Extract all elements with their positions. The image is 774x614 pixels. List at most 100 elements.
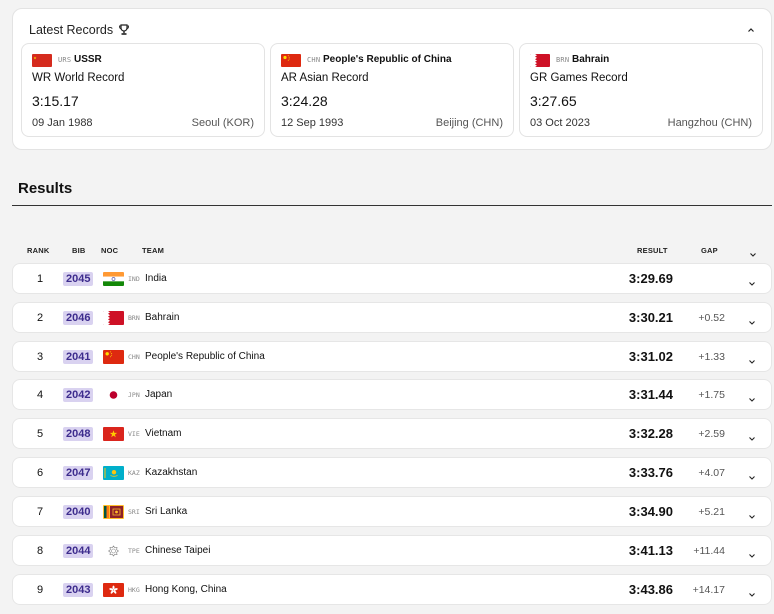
row-team: Vietnam xyxy=(145,428,182,439)
col-header-team: TEAM xyxy=(142,246,165,255)
record-country: People's Republic of China xyxy=(323,54,452,65)
chevron-down-icon[interactable] xyxy=(747,275,757,286)
row-result: 3:31.02 xyxy=(628,349,673,364)
record-card-wr: URS USSR WR World Record 3:15.17 09 Jan … xyxy=(21,43,265,137)
row-result: 3:32.28 xyxy=(628,426,673,441)
row-gap: +4.07 xyxy=(698,467,725,479)
chevron-down-icon[interactable] xyxy=(748,246,758,257)
row-noc-code: BRN xyxy=(128,314,140,322)
table-row[interactable]: 6 2047 KAZ Kazakhstan 3:33.76 +4.07 xyxy=(12,457,772,488)
row-gap: +1.33 xyxy=(698,351,725,363)
flag-ind-icon xyxy=(103,272,124,286)
record-country: Bahrain xyxy=(572,54,610,65)
table-row[interactable]: 8 2044 TPE Chinese Taipei 3:41.13 +11.44 xyxy=(12,535,772,566)
row-bib: 2047 xyxy=(63,466,94,480)
record-date: 03 Oct 2023 xyxy=(530,117,590,129)
col-header-noc: NOC xyxy=(101,246,119,255)
table-row[interactable]: 3 2041 CHN People's Republic of China 3:… xyxy=(12,341,772,372)
row-gap: +0.52 xyxy=(698,312,725,324)
row-rank: 6 xyxy=(36,467,44,479)
table-row[interactable]: 5 2048 VIE Vietnam 3:32.28 +2.59 xyxy=(12,418,772,449)
record-card-ar: CHN People's Republic of China AR Asian … xyxy=(270,43,514,137)
record-place: Seoul (KOR) xyxy=(191,117,254,129)
row-rank: 2 xyxy=(36,312,44,324)
record-type: AR Asian Record xyxy=(281,72,369,84)
row-bib: 2044 xyxy=(63,544,94,558)
trophy-icon xyxy=(119,24,129,36)
row-gap: +5.21 xyxy=(698,506,725,518)
chevron-down-icon[interactable] xyxy=(747,353,757,364)
record-time: 3:24.28 xyxy=(281,93,328,109)
row-noc-code: VIE xyxy=(128,430,140,438)
row-rank: 3 xyxy=(36,351,44,363)
row-result: 3:43.86 xyxy=(628,582,673,597)
record-type: GR Games Record xyxy=(530,72,628,84)
col-header-result: RESULT xyxy=(637,246,668,255)
record-card-gr: BRN Bahrain GR Games Record 3:27.65 03 O… xyxy=(519,43,763,137)
record-type: WR World Record xyxy=(32,72,125,84)
row-team: Chinese Taipei xyxy=(145,545,211,556)
row-result: 3:31.44 xyxy=(628,387,673,402)
table-row[interactable]: 4 2042 JPN Japan 3:31.44 +1.75 xyxy=(12,379,772,410)
flag-brn-icon xyxy=(103,311,124,325)
row-team: Bahrain xyxy=(145,312,180,323)
row-team: People's Republic of China xyxy=(145,351,265,362)
row-rank: 8 xyxy=(36,545,44,557)
row-result: 3:41.13 xyxy=(628,543,673,558)
row-gap: +2.59 xyxy=(698,428,725,440)
flag-jpn-icon xyxy=(103,388,124,402)
row-noc-code: IND xyxy=(128,275,140,283)
row-noc-code: SRI xyxy=(128,508,140,516)
row-gap: +11.44 xyxy=(693,545,725,557)
flag-urs-icon xyxy=(32,54,52,67)
chevron-down-icon[interactable] xyxy=(747,586,757,597)
row-bib: 2046 xyxy=(63,311,94,325)
chevron-down-icon[interactable] xyxy=(747,430,757,441)
latest-records-header[interactable]: Latest Records xyxy=(29,23,129,37)
row-noc-code: HKG xyxy=(128,586,140,594)
row-rank: 1 xyxy=(36,273,44,285)
row-noc-code: JPN xyxy=(128,391,140,399)
table-row[interactable]: 2 2046 BRN Bahrain 3:30.21 +0.52 xyxy=(12,302,772,333)
row-team: Hong Kong, China xyxy=(145,584,227,595)
table-row[interactable]: 9 2043 HKG Hong Kong, China 3:43.86 +14.… xyxy=(12,574,772,605)
chevron-down-icon[interactable] xyxy=(747,314,757,325)
row-result: 3:29.69 xyxy=(628,271,673,286)
row-rank: 9 xyxy=(36,584,44,596)
col-header-bib: BIB xyxy=(72,246,86,255)
chevron-down-icon[interactable] xyxy=(747,547,757,558)
flag-brn-icon xyxy=(530,54,550,67)
flag-chn-icon xyxy=(103,350,124,364)
table-row[interactable]: 7 2040 SRI Sri Lanka 3:34.90 +5.21 xyxy=(12,496,772,527)
flag-kaz-icon xyxy=(103,466,124,480)
row-rank: 7 xyxy=(36,506,44,518)
chevron-up-icon[interactable] xyxy=(745,23,757,35)
row-bib: 2045 xyxy=(63,272,94,286)
record-noc-code: BRN xyxy=(556,56,570,64)
row-team: Japan xyxy=(145,389,173,400)
row-bib: 2040 xyxy=(63,505,94,519)
row-result: 3:30.21 xyxy=(628,310,673,325)
row-noc-code: CHN xyxy=(128,353,140,361)
chevron-down-icon[interactable] xyxy=(747,508,757,519)
record-time: 3:27.65 xyxy=(530,93,577,109)
table-row[interactable]: 1 2045 IND India 3:29.69 xyxy=(12,263,772,294)
record-noc-code: CHN xyxy=(307,56,321,64)
record-place: Hangzhou (CHN) xyxy=(667,117,752,129)
record-place: Beijing (CHN) xyxy=(435,117,503,129)
row-team: Kazakhstan xyxy=(145,467,198,478)
row-noc-code: KAZ xyxy=(128,469,140,477)
row-bib: 2041 xyxy=(63,350,94,364)
chevron-down-icon[interactable] xyxy=(747,391,757,402)
row-gap: +1.75 xyxy=(698,389,725,401)
col-header-rank: RANK xyxy=(27,246,50,255)
record-time: 3:15.17 xyxy=(32,93,79,109)
row-bib: 2043 xyxy=(63,583,94,597)
results-divider xyxy=(12,205,772,206)
latest-records-title: Latest Records xyxy=(29,23,114,37)
row-team: India xyxy=(145,273,167,284)
flag-chn-icon xyxy=(281,54,301,67)
row-result: 3:33.76 xyxy=(628,465,673,480)
chevron-down-icon[interactable] xyxy=(747,469,757,480)
col-header-gap: GAP xyxy=(701,246,718,255)
